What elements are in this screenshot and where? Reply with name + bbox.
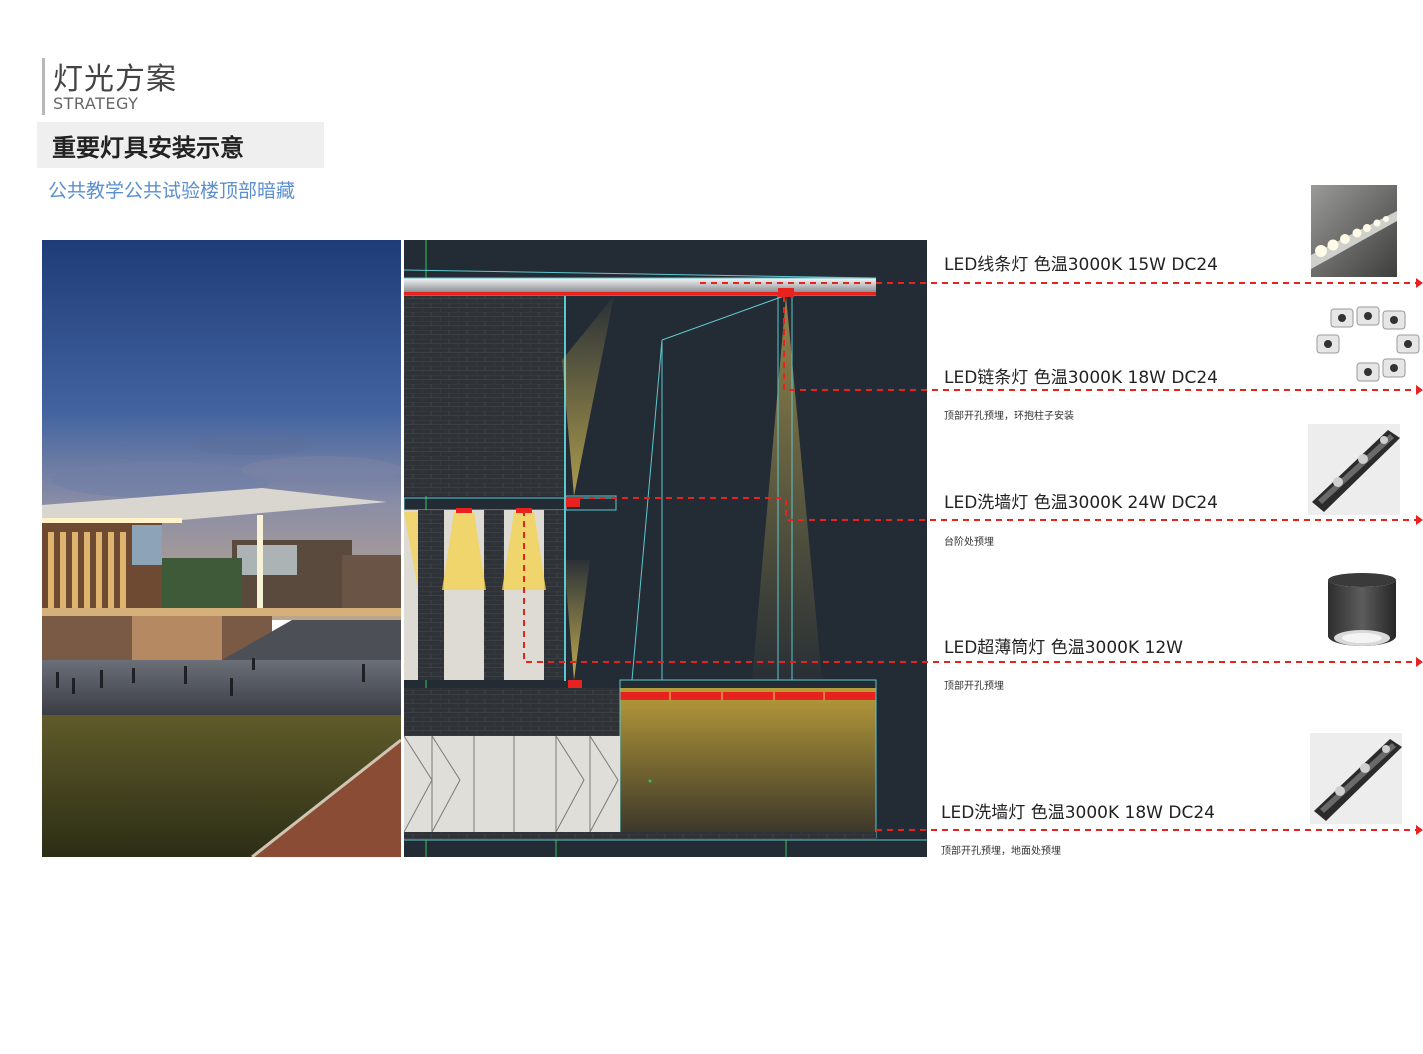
- fixture-label-wallwasher-24w: LED洗墙灯 色温3000K 24W DC24: [944, 493, 1218, 513]
- fixture-note-chain: 顶部开孔预埋，环抱柱子安装: [944, 411, 1074, 422]
- downlight-icon: [1328, 573, 1396, 646]
- wall-washer-icon: [1310, 733, 1402, 824]
- fixture-note-downlight: 顶部开孔预埋: [944, 681, 1004, 692]
- fixture-label-downlight: LED超薄筒灯 色温3000K 12W: [944, 638, 1183, 658]
- section-title: 重要灯具安装示意: [52, 134, 244, 162]
- fixture-label-chain: LED链条灯 色温3000K 18W DC24: [944, 368, 1218, 388]
- fixture-note-wallwasher-24w: 台阶处预埋: [944, 537, 994, 548]
- fixture-note-wallwasher-18w: 顶部开孔预埋，地面处预埋: [941, 846, 1061, 857]
- page-subtitle: STRATEGY: [53, 94, 139, 113]
- fixture-label-wallwasher-18w: LED洗墙灯 色温3000K 18W DC24: [941, 803, 1215, 823]
- night-building-rendering: [42, 240, 401, 857]
- lighting-section-drawing: [404, 240, 927, 857]
- location-caption: 公共教学公共试验楼顶部暗藏: [48, 180, 296, 202]
- wall-washer-icon: [1308, 424, 1400, 515]
- linear-strip-light-icon: [1311, 185, 1397, 277]
- chain-light-icon: [1316, 306, 1420, 382]
- page-title: 灯光方案: [53, 62, 177, 97]
- fixture-label-linear: LED线条灯 色温3000K 15W DC24: [944, 255, 1218, 275]
- title-accent-bar: [42, 58, 45, 115]
